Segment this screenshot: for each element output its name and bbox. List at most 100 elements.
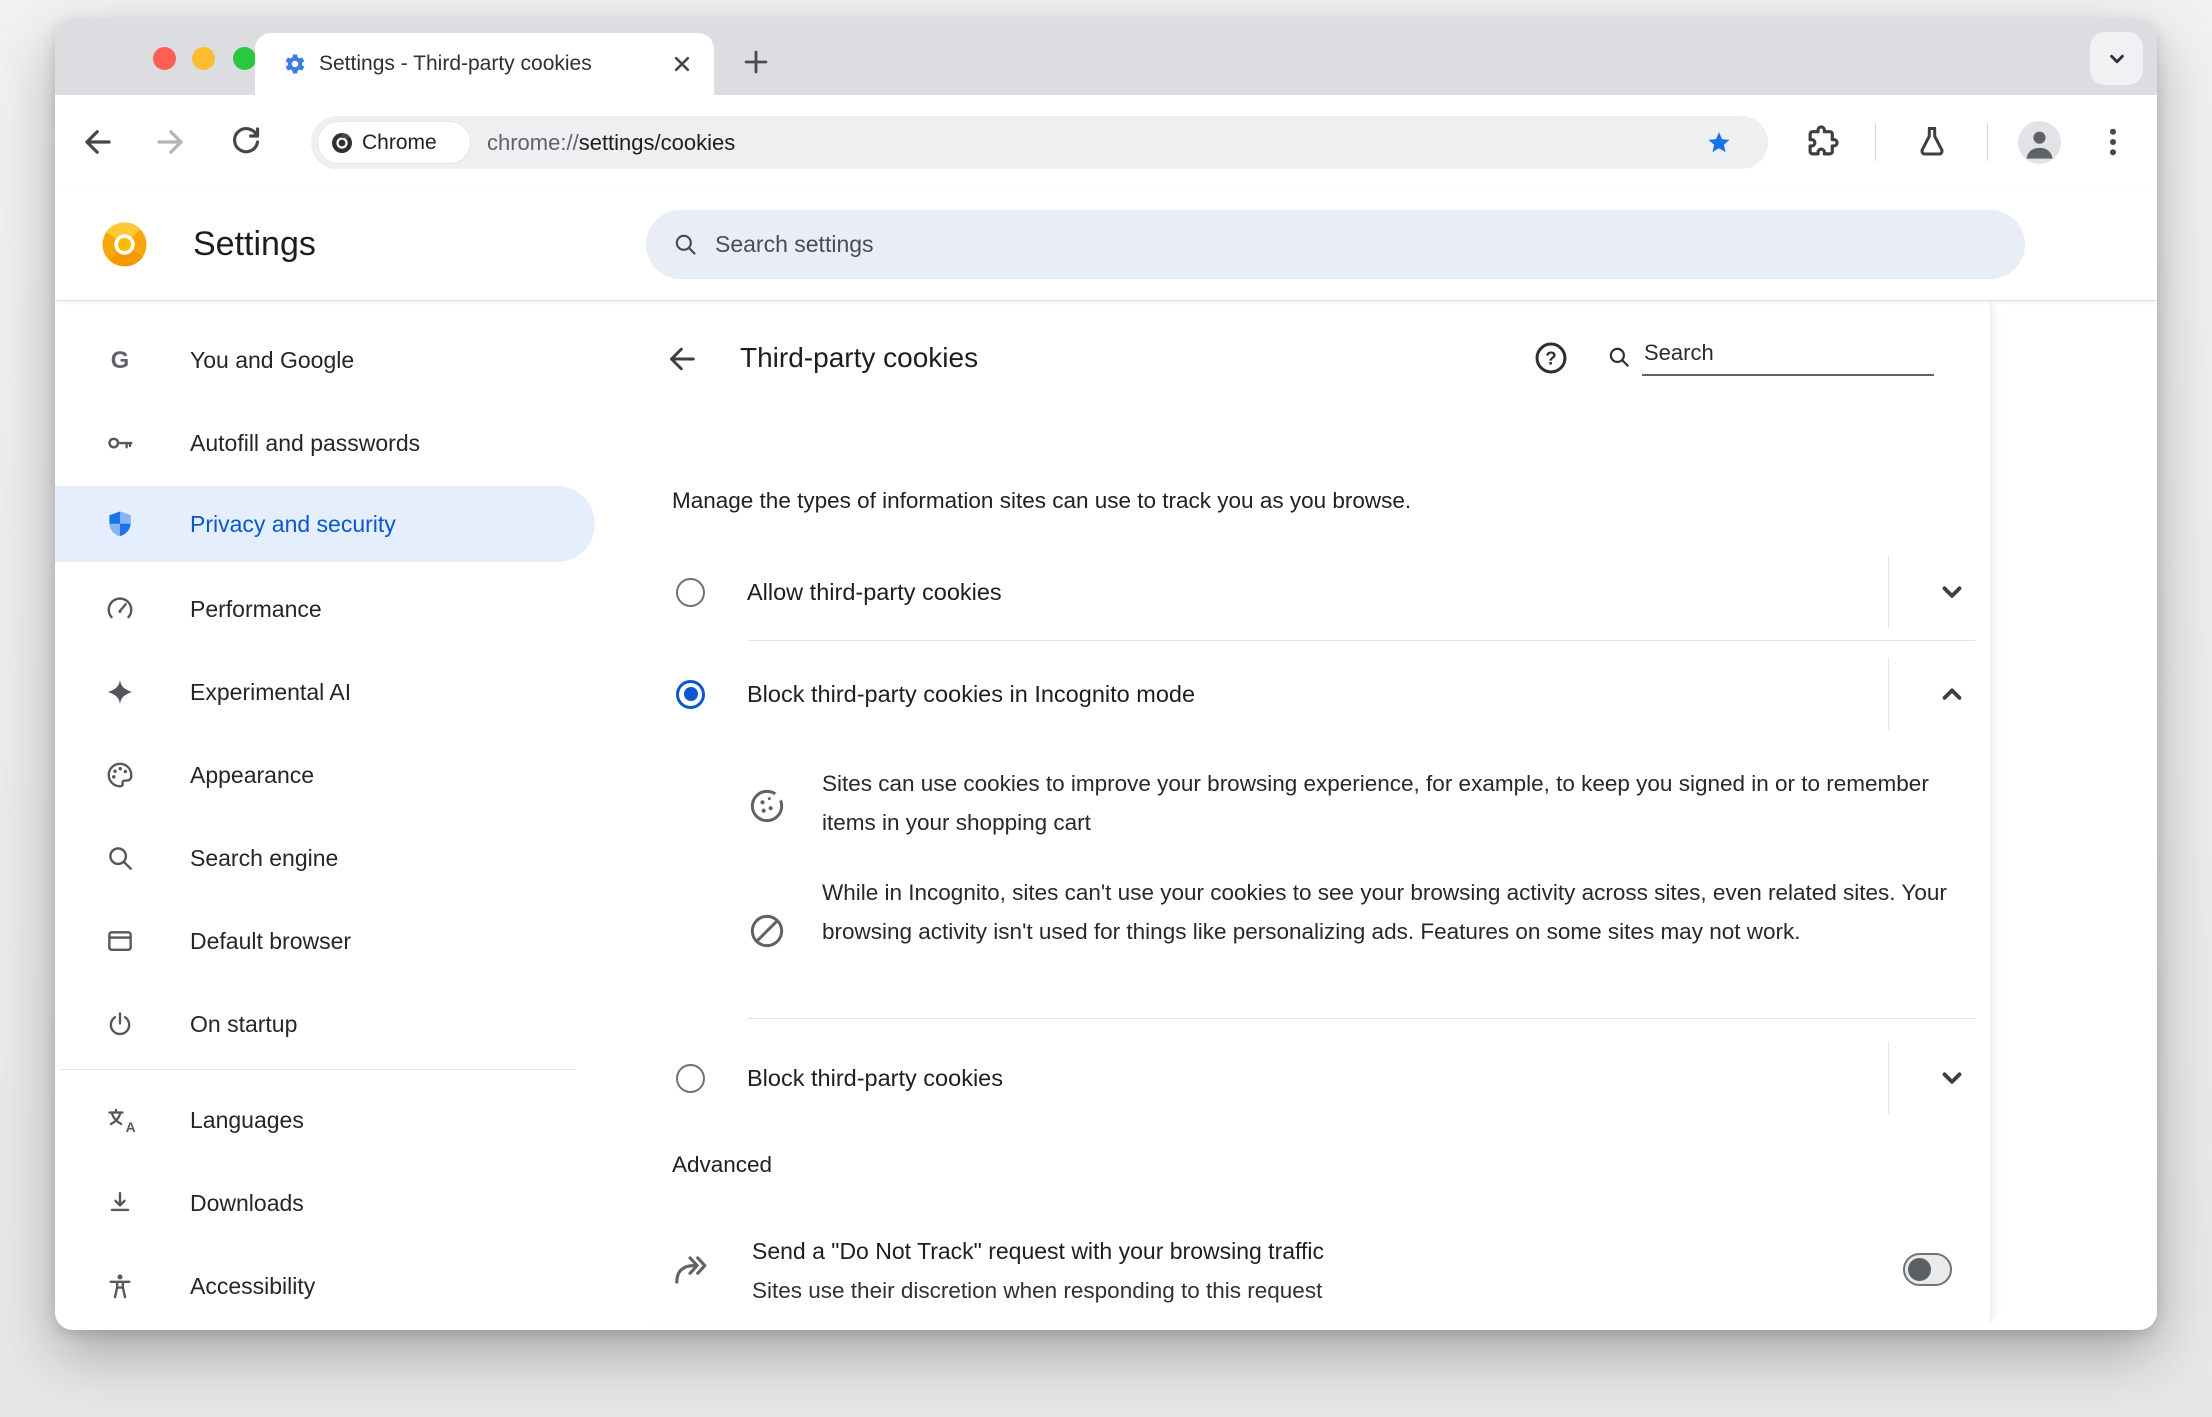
- sidebar-item-default-browser[interactable]: Default browser: [55, 903, 615, 979]
- chrome-logo-icon: [330, 131, 354, 155]
- sidebar-item-label: Languages: [190, 1106, 304, 1133]
- subpage-search-input[interactable]: [1642, 340, 1934, 376]
- list-divider: [748, 1018, 1975, 1019]
- address-bar[interactable]: Chrome chrome://settings/cookies: [311, 116, 1768, 169]
- browser-window: Settings - Third-party cookies Chrome ch…: [55, 20, 2157, 1330]
- option-block-third-party-cookies[interactable]: Block third-party cookies: [640, 1038, 1990, 1118]
- blocked-icon: [747, 911, 787, 951]
- google-g-icon: G: [105, 345, 135, 375]
- traffic-minimize-button[interactable]: [192, 47, 215, 70]
- do-not-track-subtitle: Sites use their discretion when respondi…: [752, 1278, 1323, 1303]
- cookie-icon: [747, 786, 787, 826]
- sidebar-item-label: Search engine: [190, 844, 339, 871]
- settings-body: G You and Google Autofill and passwords …: [55, 300, 2157, 1330]
- tab-strip: Settings - Third-party cookies: [55, 20, 2157, 95]
- chevron-up-icon[interactable]: [1932, 674, 1972, 714]
- magnifier-icon: [105, 843, 135, 873]
- sidebar-item-label: Privacy and security: [190, 510, 396, 537]
- browser-tab[interactable]: Settings - Third-party cookies: [255, 33, 714, 95]
- sidebar-item-on-startup[interactable]: On startup: [55, 986, 615, 1062]
- svg-text:?: ?: [1545, 347, 1556, 368]
- sidebar-item-label: Default browser: [190, 927, 352, 954]
- sidebar-item-label: You and Google: [190, 346, 355, 373]
- radio-button-selected[interactable]: [676, 679, 705, 709]
- tab-search-icon[interactable]: [2090, 32, 2143, 85]
- speedometer-icon: [105, 594, 135, 624]
- chrome-chip[interactable]: Chrome: [318, 122, 470, 163]
- sidebar-item-label: Experimental AI: [190, 678, 352, 705]
- sidebar-item-you-and-google[interactable]: G You and Google: [55, 322, 615, 398]
- sidebar-item-languages[interactable]: A Languages: [55, 1082, 615, 1158]
- intro-text: Manage the types of information sites ca…: [672, 488, 1412, 513]
- browser-toolbar: Chrome chrome://settings/cookies: [55, 95, 2157, 190]
- do-not-track-toggle[interactable]: [1903, 1253, 1952, 1286]
- traffic-close-button[interactable]: [153, 47, 176, 70]
- settings-header: Settings: [55, 189, 2157, 301]
- row-divider: [1888, 1042, 1889, 1114]
- new-tab-icon[interactable]: [739, 45, 773, 79]
- sidebar-item-label: Performance: [190, 595, 322, 622]
- download-icon: [105, 1188, 135, 1218]
- sidebar-divider: [60, 1069, 575, 1070]
- extensions-icon[interactable]: [1803, 123, 1841, 161]
- toggle-knob: [1908, 1258, 1931, 1281]
- profile-icon[interactable]: [2018, 121, 2061, 164]
- subpage-title: Third-party cookies: [740, 342, 979, 373]
- accessibility-icon: [105, 1271, 135, 1301]
- sidebar-item-downloads[interactable]: Downloads: [55, 1165, 615, 1241]
- page-title: Settings: [193, 225, 316, 263]
- option-allow-third-party-cookies[interactable]: Allow third-party cookies: [640, 552, 1990, 632]
- toolbar-divider: [1987, 123, 1988, 161]
- option-block-third-party-incognito[interactable]: Block third-party cookies in Incognito m…: [640, 654, 1990, 734]
- subpage-search[interactable]: [1606, 340, 1934, 376]
- experiments-icon[interactable]: [1913, 123, 1951, 161]
- do-not-track-icon: [668, 1248, 712, 1292]
- close-icon[interactable]: [668, 50, 696, 78]
- advanced-section-label: Advanced: [672, 1152, 773, 1177]
- forward-icon[interactable]: [151, 123, 189, 161]
- sidebar-item-label: On startup: [190, 1010, 298, 1037]
- do-not-track-row[interactable]: Send a "Do Not Track" request with your …: [752, 1231, 1852, 1311]
- sidebar-item-label: Appearance: [190, 761, 315, 788]
- tab-title: Settings - Third-party cookies: [319, 52, 592, 75]
- url-scheme: chrome://: [487, 130, 579, 155]
- bookmark-star-icon[interactable]: [1705, 129, 1733, 157]
- chrome-chip-label: Chrome: [362, 130, 437, 154]
- shield-icon: [105, 509, 135, 539]
- settings-search[interactable]: [646, 210, 2025, 279]
- traffic-zoom-button[interactable]: [233, 47, 256, 70]
- sidebar-item-label: Accessibility: [190, 1272, 316, 1299]
- sidebar-item-accessibility[interactable]: Accessibility: [55, 1248, 615, 1324]
- sidebar-item-appearance[interactable]: Appearance: [55, 737, 615, 813]
- search-icon: [1606, 344, 1632, 376]
- chevron-down-icon[interactable]: [1932, 1058, 1972, 1098]
- radio-button[interactable]: [676, 1063, 705, 1093]
- key-icon: [105, 428, 135, 458]
- menu-icon[interactable]: [2094, 123, 2132, 161]
- row-divider: [1888, 658, 1889, 730]
- sidebar-item-autofill[interactable]: Autofill and passwords: [55, 405, 615, 481]
- back-icon[interactable]: [79, 123, 117, 161]
- url-text[interactable]: chrome://settings/cookies: [487, 116, 735, 169]
- sidebar-item-experimental-ai[interactable]: Experimental AI: [55, 654, 615, 730]
- row-divider: [1888, 556, 1889, 628]
- do-not-track-title: Send a "Do Not Track" request with your …: [752, 1238, 1324, 1264]
- sidebar-item-privacy-and-security[interactable]: Privacy and security: [55, 486, 595, 562]
- toolbar-divider: [1875, 123, 1876, 161]
- svg-text:G: G: [111, 347, 129, 374]
- third-party-cookies-panel: Third-party cookies ? Manage the types o…: [640, 300, 1991, 1323]
- radio-button[interactable]: [676, 577, 705, 607]
- translate-icon: A: [105, 1105, 135, 1135]
- sidebar-item-search-engine[interactable]: Search engine: [55, 820, 615, 896]
- chevron-down-icon[interactable]: [1932, 572, 1972, 612]
- back-icon[interactable]: [664, 341, 700, 377]
- detail-text: While in Incognito, sites can't use your…: [822, 880, 1947, 944]
- palette-icon: [105, 760, 135, 790]
- list-divider: [748, 640, 1975, 641]
- sidebar-item-performance[interactable]: Performance: [55, 571, 615, 647]
- settings-search-input[interactable]: [713, 230, 1917, 259]
- reload-icon[interactable]: [227, 123, 265, 161]
- canary-logo-icon: [102, 222, 147, 267]
- help-icon[interactable]: ?: [1533, 340, 1569, 376]
- power-icon: [105, 1009, 135, 1039]
